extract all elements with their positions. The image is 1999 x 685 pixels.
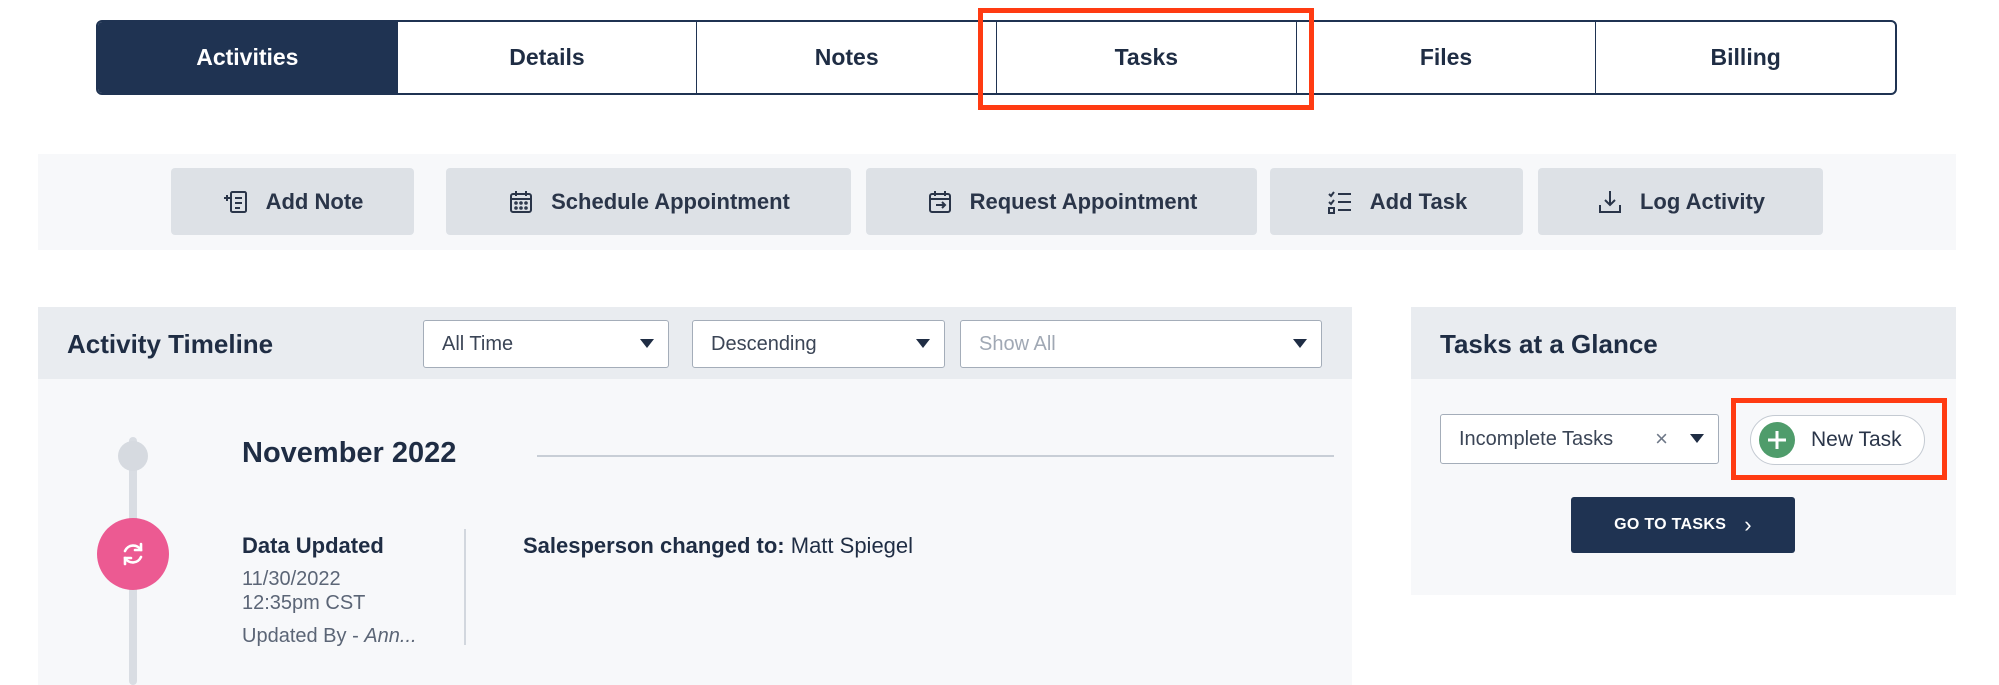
data-updated-event-icon	[97, 518, 169, 590]
event-date: 11/30/2022	[242, 568, 341, 590]
show-filter-select[interactable]: Show All	[960, 320, 1322, 368]
schedule-appointment-label: Schedule Appointment	[551, 188, 790, 214]
show-filter-placeholder: Show All	[979, 332, 1056, 355]
sort-order-select[interactable]: Descending	[692, 320, 945, 368]
log-activity-button[interactable]: Log Activity	[1538, 168, 1823, 235]
event-title: Data Updated	[242, 533, 384, 558]
add-note-button[interactable]: Add Note	[171, 168, 414, 235]
chevron-right-icon: ›	[1744, 512, 1752, 537]
event-desc-value: Matt Spiegel	[790, 533, 914, 558]
task-status-value: Incomplete Tasks	[1459, 427, 1614, 450]
tasks-at-a-glance-panel: Tasks at a Glance Incomplete Tasks × New…	[1411, 307, 1956, 595]
tasks-at-a-glance-header: Tasks at a Glance	[1411, 307, 1956, 379]
clear-icon[interactable]: ×	[1655, 426, 1668, 452]
event-time: 12:35pm CST	[242, 592, 366, 614]
timeline-month-dot	[118, 441, 148, 471]
time-filter-select[interactable]: All Time	[423, 320, 669, 368]
event-desc-label: Salesperson changed to:	[523, 533, 785, 558]
event-divider	[464, 529, 466, 645]
add-note-icon	[223, 190, 247, 213]
log-activity-label: Log Activity	[1639, 188, 1766, 214]
request-appointment-button[interactable]: Request Appointment	[866, 168, 1257, 235]
tab-billing[interactable]: Billing	[1595, 22, 1895, 93]
tab-activities[interactable]: Activities	[98, 22, 397, 93]
new-task-button[interactable]: New Task	[1750, 415, 1925, 465]
month-divider	[537, 455, 1334, 457]
timeline-month-heading: November 2022	[242, 437, 457, 469]
activity-timeline-title: Activity Timeline	[67, 329, 274, 359]
schedule-appointment-button[interactable]: Schedule Appointment	[446, 168, 851, 235]
chevron-down-icon	[916, 339, 930, 348]
sort-order-value: Descending	[711, 332, 817, 355]
request-appointment-label: Request Appointment	[969, 188, 1198, 214]
activity-timeline-header: Activity Timeline All Time Descending Sh…	[38, 307, 1352, 379]
chevron-down-icon	[1690, 434, 1704, 443]
tab-notes[interactable]: Notes	[696, 22, 996, 93]
refresh-icon	[123, 542, 143, 566]
go-to-tasks-button[interactable]: GO TO TASKS ›	[1571, 497, 1795, 553]
go-to-tasks-label: GO TO TASKS	[1614, 516, 1727, 533]
add-task-button[interactable]: Add Task	[1270, 168, 1523, 235]
tab-files[interactable]: Files	[1295, 22, 1596, 93]
activity-timeline-panel: Activity Timeline All Time Descending Sh…	[38, 307, 1352, 685]
tab-details[interactable]: Details	[396, 22, 697, 93]
add-task-label: Add Task	[1369, 188, 1468, 214]
calendar-icon	[510, 190, 533, 213]
checklist-icon	[1327, 190, 1351, 214]
plus-icon	[1759, 422, 1795, 458]
chevron-down-icon	[1293, 339, 1307, 348]
event-description: Salesperson changed to: Matt Spiegel	[523, 533, 913, 559]
task-status-select[interactable]: Incomplete Tasks ×	[1440, 414, 1719, 464]
main-tab-bar: Activities Details Notes Tasks Files Bil…	[96, 20, 1897, 95]
tasks-at-a-glance-title: Tasks at a Glance	[1440, 329, 1658, 359]
tab-tasks[interactable]: Tasks	[996, 22, 1296, 93]
time-filter-value: All Time	[442, 332, 514, 355]
new-task-label: New Task	[1811, 428, 1902, 451]
calendar-arrow-icon	[928, 190, 951, 213]
add-note-label: Add Note	[265, 188, 364, 214]
updated-by-name: Ann...	[364, 625, 417, 647]
updated-by-prefix: Updated By -	[242, 625, 359, 647]
action-bar: Add Note Schedule Appointment Request Ap…	[38, 154, 1956, 250]
download-icon	[1598, 190, 1621, 213]
event-updated-by: Updated By - Ann...	[242, 625, 417, 648]
chevron-down-icon	[640, 339, 654, 348]
